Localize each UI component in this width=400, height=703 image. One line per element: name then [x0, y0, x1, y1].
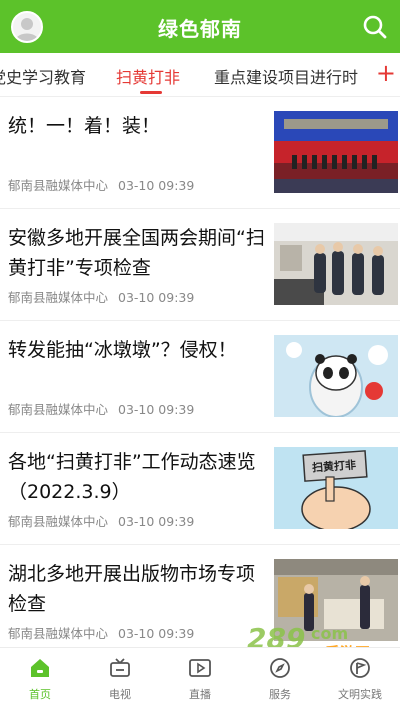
news-source: 郁南县融媒体中心 — [8, 178, 109, 193]
nav-live[interactable]: 直播 — [160, 648, 240, 703]
news-title: 各地“扫黄打非”工作动态速览（2022.3.9） — [8, 451, 256, 503]
search-button[interactable] — [362, 14, 388, 40]
news-source: 郁南县融媒体中心 — [8, 290, 109, 305]
news-time: 03-10 09:39 — [118, 402, 195, 417]
news-thumbnail[interactable] — [274, 111, 398, 193]
news-time: 03-10 09:39 — [118, 290, 195, 305]
category-tabs: 党史学习教育 扫黄打非 重点建设项目进行时 + — [0, 53, 400, 97]
news-thumbnail[interactable] — [274, 335, 398, 417]
news-meta: 郁南县融媒体中心 03-10 09:39 — [8, 399, 194, 418]
nav-home[interactable]: 首页 — [0, 648, 80, 703]
tv-icon — [110, 658, 130, 677]
stage-ceremony-image — [274, 111, 398, 193]
nav-label: 电视 — [109, 688, 131, 701]
live-icon — [189, 659, 211, 677]
nav-civilization[interactable]: 文明实践 — [320, 648, 400, 703]
active-tab-indicator — [140, 91, 162, 94]
bottom-navigation: 首页 电视 直播 服务 文明实践 — [0, 647, 400, 703]
news-time: 03-10 09:39 — [118, 514, 195, 529]
thumbnail-sign-text: 扫黄打非 — [311, 458, 357, 475]
news-list: 统！一！着！装！ 郁南县融媒体中心 03-10 09:39 安徽多地开展全国两会… — [0, 97, 400, 647]
nav-label: 首页 — [29, 688, 51, 701]
news-source: 郁南县融媒体中心 — [8, 514, 109, 529]
news-title: 湖北多地开展出版物市场专项检查 — [8, 563, 256, 615]
news-item[interactable]: 各地“扫黄打非”工作动态速览（2022.3.9） 郁南县融媒体中心 03-10 0… — [0, 433, 400, 545]
nav-label: 直播 — [189, 688, 211, 701]
nav-service[interactable]: 服务 — [240, 648, 320, 703]
news-meta: 郁南县融媒体中心 03-10 09:39 — [8, 287, 194, 306]
nav-tv[interactable]: 电视 — [80, 648, 160, 703]
news-time: 03-10 09:39 — [118, 626, 195, 641]
news-meta: 郁南县融媒体中心 03-10 09:39 — [8, 623, 194, 642]
inspection-office-image — [274, 223, 398, 305]
news-thumbnail[interactable] — [274, 223, 398, 305]
news-thumbnail[interactable] — [274, 559, 398, 641]
news-item[interactable]: 安徽多地开展全国两会期间“扫黄打非”专项检查 郁南县融媒体中心 03-10 09:… — [0, 209, 400, 321]
news-meta: 郁南县融媒体中心 03-10 09:39 — [8, 175, 194, 194]
home-icon — [31, 659, 49, 677]
compass-icon — [270, 658, 290, 678]
bookstore-inspection-image — [274, 559, 398, 641]
news-title: 转发能抽“冰墩墩”？侵权！ — [8, 339, 237, 361]
nav-label: 文明实践 — [338, 688, 382, 701]
app-title: 绿色郁南 — [158, 17, 242, 41]
app-header: 绿色郁南 — [0, 0, 400, 53]
panda-mascot-image — [274, 335, 398, 417]
news-item[interactable]: 湖北多地开展出版物市场专项检查 郁南县融媒体中心 03-10 09:39 — [0, 545, 400, 647]
search-icon — [363, 15, 387, 39]
news-source: 郁南县融媒体中心 — [8, 626, 109, 641]
tab-party-history[interactable]: 党史学习教育 — [0, 64, 86, 88]
news-title: 安徽多地开展全国两会期间“扫黄打非”专项检查 — [8, 227, 265, 279]
tab-saohuang-dafei[interactable]: 扫黄打非 — [116, 64, 180, 88]
news-source: 郁南县融媒体中心 — [8, 402, 109, 417]
flag-icon — [350, 658, 370, 678]
add-channel-button[interactable]: + — [376, 59, 396, 87]
news-thumbnail[interactable]: 扫黄打非 — [274, 447, 398, 529]
tab-key-projects[interactable]: 重点建设项目进行时 — [214, 64, 358, 88]
news-item[interactable]: 转发能抽“冰墩墩”？侵权！ 郁南县融媒体中心 03-10 09:39 — [0, 321, 400, 433]
news-title: 统！一！着！装！ — [8, 115, 161, 137]
nav-label: 服务 — [269, 688, 291, 701]
news-time: 03-10 09:39 — [118, 178, 195, 193]
news-meta: 郁南县融媒体中心 03-10 09:39 — [8, 511, 194, 530]
news-item[interactable]: 统！一！着！装！ 郁南县融媒体中心 03-10 09:39 — [0, 97, 400, 209]
